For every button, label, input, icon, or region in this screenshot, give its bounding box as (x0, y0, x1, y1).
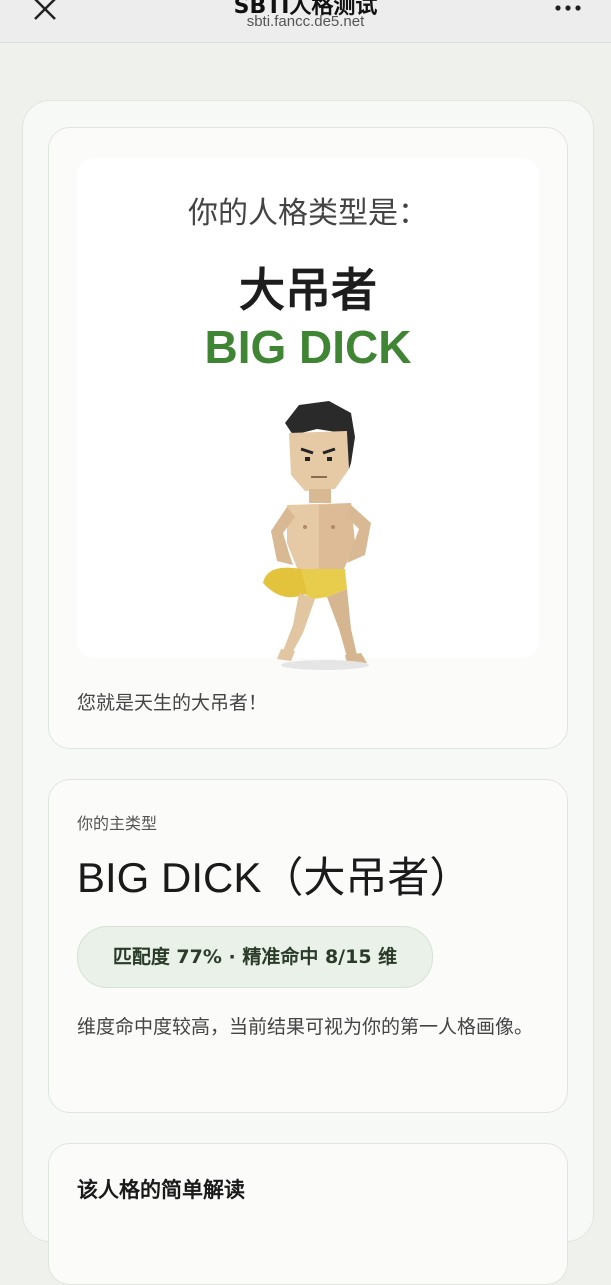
main-type-description: 维度命中度较高，当前结果可视为你的第一人格画像。 (77, 1016, 534, 1038)
interpretation-card: 该人格的简单解读 (48, 1143, 568, 1285)
result-card: 你的人格类型是： 大吊者 BIG DICK 您就是天生的大吊者！ (48, 127, 568, 749)
result-container: 你的人格类型是： 大吊者 BIG DICK 您就是天生的大吊者！ 你的主类型 B… (22, 100, 594, 1285)
more-icon (555, 5, 581, 11)
personality-name-cn: 大吊者 (239, 263, 377, 317)
character-illustration (263, 401, 371, 670)
main-type-label: 你的主类型 (77, 814, 158, 833)
main-type-title: BIG DICK（大吊者） (77, 854, 472, 901)
hero-box: 你的人格类型是： 大吊者 BIG DICK (77, 158, 539, 670)
main-type-card: 你的主类型 BIG DICK（大吊者） 匹配度 77% · 精准命中 8/15 … (48, 779, 568, 1113)
result-label: 你的人格类型是： (188, 196, 428, 231)
page-url: sbti.fancc.de5.net (246, 13, 365, 30)
result-caption: 您就是天生的大吊者！ (77, 692, 268, 714)
personality-name-en: BIG DICK (204, 321, 412, 373)
browser-top-bar: SBTI人格测试 sbti.fancc.de5.net (0, 0, 611, 43)
more-button[interactable] (553, 0, 583, 20)
match-badge: 匹配度 77% · 精准命中 8/15 维 (77, 926, 433, 988)
